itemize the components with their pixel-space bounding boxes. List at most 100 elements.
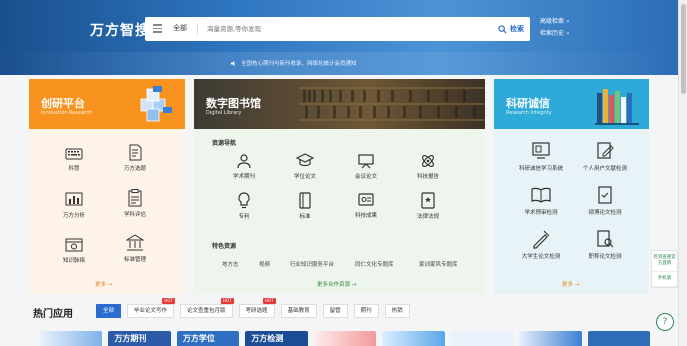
integrity-title: 科研诚信 — [506, 97, 550, 110]
menu-icon[interactable] — [153, 24, 162, 33]
tile-label: 会议论文 — [354, 174, 377, 180]
featured-link[interactable]: 视频 — [259, 260, 270, 268]
hot-tab-thesis-writing[interactable]: 毕业论文写作 HOT — [127, 298, 176, 318]
integrity-subtitle: Research Integrity — [506, 110, 552, 116]
innovation-more-link[interactable]: 更多 → — [95, 280, 112, 288]
presentation-board-icon — [358, 154, 374, 169]
app-card[interactable]: 万方期刊 — [108, 331, 171, 346]
search-history-link[interactable]: 检索历史» — [540, 28, 570, 40]
app-card[interactable]: 万方检测 — [245, 331, 308, 346]
tile-standards[interactable]: 标准管理 — [110, 234, 160, 263]
search-input[interactable] — [207, 20, 467, 38]
hot-tab-postgrad[interactable]: 考研选题 HOT — [238, 298, 276, 318]
tile-label: 万方分析 — [62, 213, 85, 219]
search-scope-select[interactable]: 全部 — [173, 23, 187, 33]
tile-label: 标准管理 — [123, 257, 146, 263]
featured-link[interactable]: 行业知识服务平台 — [290, 260, 334, 268]
hot-tab-bestselling[interactable]: 热销 — [384, 304, 410, 318]
tile-laws[interactable]: 法律法规 — [403, 192, 453, 220]
hot-apps-title: 热门应用 — [33, 309, 73, 320]
tab-label: 论文查重包月版 — [187, 308, 226, 314]
app-card[interactable] — [313, 331, 377, 346]
search-icon — [498, 24, 507, 34]
more-label: 更多 — [562, 282, 574, 288]
tile-evaluation[interactable]: 学科评估 — [110, 189, 160, 218]
tile-analysis[interactable]: 万方分析 — [49, 192, 99, 219]
featured-link[interactable]: 地方志 — [222, 260, 239, 268]
tile-learning-system[interactable]: 科研诚信学习系统 — [512, 141, 570, 172]
tile-patents[interactable]: 专利 — [219, 192, 269, 220]
cube-illustration-icon — [140, 86, 172, 122]
app-card[interactable]: 万方学位 — [176, 331, 240, 346]
tile-knowledge[interactable]: 知识脉络 — [49, 237, 99, 264]
library-title: 数字图书馆 — [206, 97, 261, 110]
resource-nav-title: 资源导航 — [212, 140, 237, 147]
tile-achievements[interactable]: 科技成果 — [341, 192, 391, 219]
mobile-version-link[interactable]: 手机版 — [652, 272, 677, 287]
innovation-card-body: 科慧 万方选题 万方分析 学科评估 知识脉络 标准管理 更多 → — [29, 129, 185, 294]
tab-label: 考研选题 — [245, 308, 268, 314]
hot-tab-journals[interactable]: 期刊 — [353, 304, 379, 318]
tab-label: 毕业论文写作 — [134, 308, 168, 314]
innovation-card-header: 创研平台 Innovation Research — [29, 79, 185, 129]
help-icon[interactable]: ? — [656, 313, 674, 331]
tile-personal-check[interactable]: 个人用户文献检测 — [574, 141, 636, 172]
tile-label: 科技成果 — [354, 213, 377, 219]
clipboard-check-icon — [598, 186, 612, 204]
tile-label: 硕博论文检测 — [588, 210, 622, 216]
app-card[interactable] — [382, 331, 445, 346]
tile-journals[interactable]: 学术期刊 — [219, 153, 269, 180]
tile-title-check[interactable]: 职称论文检测 — [574, 229, 636, 260]
app-card[interactable] — [450, 331, 514, 346]
app-card[interactable] — [519, 331, 582, 346]
hot-tab-all[interactable]: 全部 — [96, 304, 122, 318]
integrity-more-link[interactable]: 更多 → — [562, 280, 579, 288]
lightbulb-icon — [238, 192, 250, 209]
page-scrollbar[interactable] — [678, 0, 687, 346]
bookshelf-illustration-icon — [299, 87, 485, 121]
hot-tab-management[interactable]: 留管 — [322, 304, 348, 318]
notice-bar[interactable]: 全国核心期刊与新刊收录、网络化统计会员通知 — [230, 59, 357, 67]
tile-graduate-check[interactable]: 硕博论文检测 — [574, 185, 636, 216]
notice-text: 全国核心期刊与新刊收录、网络化统计会员通知 — [241, 61, 357, 67]
tile-topic[interactable]: 万方选题 — [110, 144, 160, 172]
tile-label: 专利 — [238, 214, 250, 220]
tab-label: 全部 — [103, 308, 115, 314]
featured-link[interactable]: 家训家风专题库 — [419, 260, 458, 268]
tile-kehui[interactable]: 科慧 — [49, 147, 99, 172]
tile-pre-review[interactable]: 学术预审检测 — [512, 185, 570, 216]
open-book-icon — [531, 187, 551, 203]
site-logo[interactable]: 万方智搜 — [90, 20, 150, 40]
tile-label: 万方选题 — [123, 166, 146, 172]
tile-conference[interactable]: 会议论文 — [341, 153, 391, 180]
hot-tab-plagiarism-monthly[interactable]: 论文查重包月版 HOT — [180, 298, 234, 318]
app-card[interactable] — [587, 331, 650, 346]
tile-label: 知识脉络 — [62, 258, 85, 264]
library-card: 数字图书馆 Digital Library 资源导航 学术期刊 学位论文 会议论… — [194, 79, 485, 294]
side-float-panel: 检测查重官方直销 手机版 — [651, 250, 678, 288]
plagiarism-check-link[interactable]: 检测查重官方直销 — [652, 251, 677, 272]
search-button[interactable]: 检索 — [498, 21, 524, 37]
advanced-search-link[interactable]: 高级检索» — [540, 16, 570, 28]
tile-dissertations[interactable]: 学位论文 — [280, 153, 330, 180]
hot-tab-basic-edu[interactable]: 基础教育 — [280, 304, 317, 318]
tile-label: 学术期刊 — [232, 174, 255, 180]
browser-window-icon — [65, 238, 83, 252]
library-more-link[interactable]: 更多合作资源 → — [317, 280, 356, 288]
tile-tech-reports[interactable]: 科技报告 — [403, 153, 453, 180]
search-divider — [197, 23, 198, 35]
tile-standards-lib[interactable]: 标准 — [280, 192, 330, 220]
scrollbar-thumb[interactable] — [681, 4, 686, 94]
books-illustration-icon — [595, 89, 639, 125]
tile-undergrad-check[interactable]: 大学生论文检测 — [512, 229, 570, 260]
doc-search-icon — [597, 230, 614, 248]
speaker-icon — [230, 60, 235, 66]
featured-link[interactable]: 同仁文化专题库 — [355, 260, 394, 268]
app-card[interactable] — [40, 331, 103, 346]
innovation-subtitle: Innovation Research — [41, 110, 92, 116]
search-history-label: 检索历史 — [540, 30, 565, 37]
tile-label: 大学生论文检测 — [521, 254, 561, 260]
law-book-icon — [421, 192, 435, 209]
search-links: 高级检索» 检索历史» — [540, 16, 570, 40]
header-banner: 万方智搜 全部 检索 高级检索» 检索历史» 全国核心期刊与新刊收录、网络化统计… — [0, 0, 678, 75]
